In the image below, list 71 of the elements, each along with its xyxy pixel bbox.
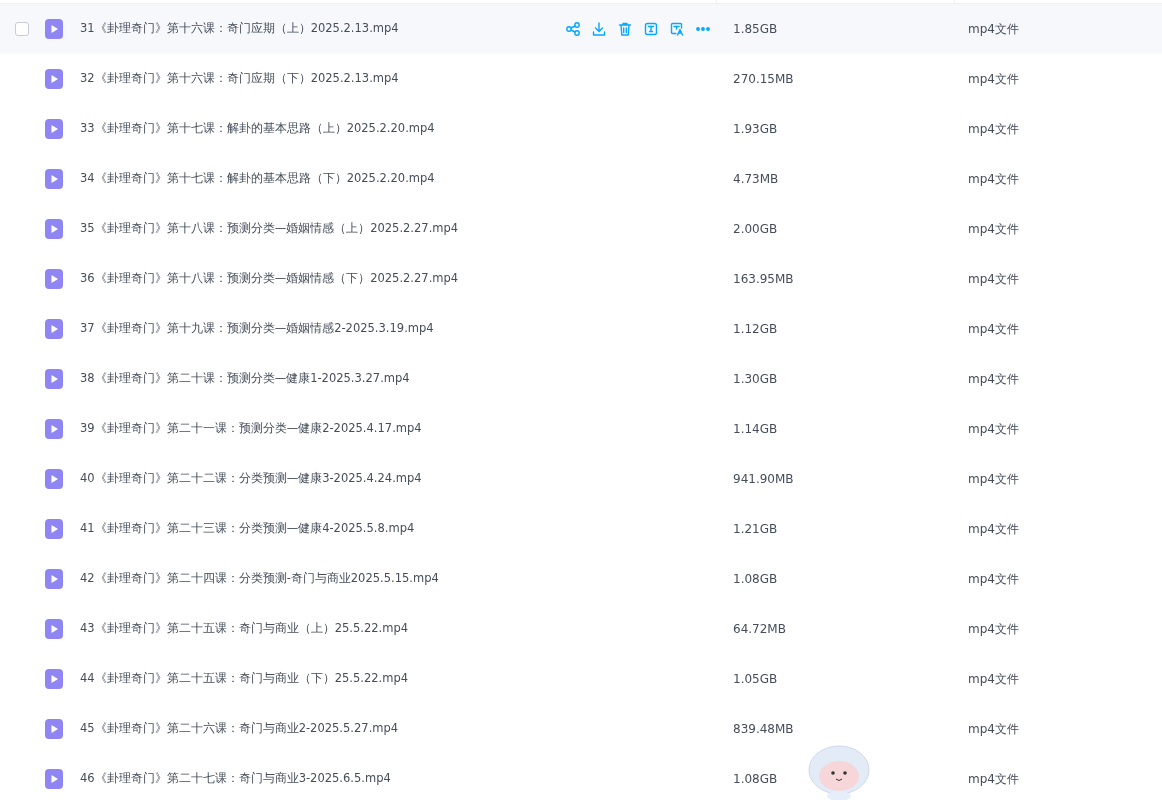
file-name[interactable]: 32《卦理奇门》第十六课：奇门应期（下）2025.2.13.mp4: [80, 70, 399, 88]
file-name[interactable]: 42《卦理奇门》第二十四课：分类预测-奇门与商业2025.5.15.mp4: [80, 570, 439, 588]
file-type: mp4文件: [968, 172, 1019, 186]
file-name[interactable]: 44《卦理奇门》第二十五课：奇门与商业（下）25.5.22.mp4: [80, 670, 408, 688]
file-name[interactable]: 34《卦理奇门》第十七课：解卦的基本思路（下）2025.2.20.mp4: [80, 170, 435, 188]
download-icon[interactable]: [591, 21, 607, 37]
text-box-icon[interactable]: [643, 21, 659, 37]
file-name[interactable]: 38《卦理奇门》第二十课：预测分类—健康1-2025.3.27.mp4: [80, 370, 410, 388]
file-name[interactable]: 45《卦理奇门》第二十六课：奇门与商业2-2025.5.27.mp4: [80, 720, 399, 738]
file-size: 2.00GB: [733, 222, 778, 236]
file-type: mp4文件: [968, 322, 1019, 336]
file-name[interactable]: 43《卦理奇门》第二十五课：奇门与商业（上）25.5.22.mp4: [80, 620, 408, 638]
file-size: 1.08GB: [733, 572, 778, 586]
file-size: 64.72MB: [733, 622, 786, 636]
video-file-icon: [44, 269, 64, 289]
file-size: 1.85GB: [733, 22, 778, 36]
file-type: mp4文件: [968, 772, 1019, 786]
translate-icon[interactable]: [669, 21, 685, 37]
file-type: mp4文件: [968, 672, 1019, 686]
file-size: 1.21GB: [733, 522, 778, 536]
file-row-highlight[interactable]: 31《卦理奇门》第十六课：奇门应期（上）2025.2.13.mp4 1.85GB mp4文件: [0, 4, 1162, 54]
checkbox[interactable]: [15, 22, 29, 36]
file-type: mp4文件: [968, 472, 1019, 486]
file-name[interactable]: 46《卦理奇门》第二十七课：奇门与商业3-2025.6.5.mp4: [80, 770, 391, 788]
file-type: mp4文件: [968, 622, 1019, 636]
file-type: mp4文件: [968, 722, 1019, 736]
file-size: 1.93GB: [733, 122, 778, 136]
file-size: 1.14GB: [733, 422, 778, 436]
file-type: mp4文件: [968, 572, 1019, 586]
video-file-icon: [44, 19, 64, 39]
share-icon[interactable]: [565, 21, 581, 37]
file-type: mp4文件: [968, 422, 1019, 436]
delete-icon[interactable]: [617, 21, 633, 37]
file-name[interactable]: 33《卦理奇门》第十七课：解卦的基本思路（上）2025.2.20.mp4: [80, 120, 435, 138]
file-size: 1.12GB: [733, 322, 778, 336]
file-name[interactable]: 40《卦理奇门》第二十二课：分类预测—健康3-2025.4.24.mp4: [80, 470, 422, 488]
video-file-icon: [44, 569, 64, 589]
file-size: 1.08GB: [733, 772, 778, 786]
file-name[interactable]: 39《卦理奇门》第二十一课：预测分类—健康2-2025.4.17.mp4: [80, 420, 422, 438]
video-file-icon: [44, 419, 64, 439]
file-name[interactable]: 41《卦理奇门》第二十三课：分类预测—健康4-2025.5.8.mp4: [80, 520, 415, 538]
file-type: mp4文件: [968, 72, 1019, 86]
video-file-icon: [44, 369, 64, 389]
video-file-icon: [44, 769, 64, 789]
file-name[interactable]: 37《卦理奇门》第十九课：预测分类—婚姻情感2-2025.3.19.mp4: [80, 320, 434, 338]
file-size: 1.30GB: [733, 372, 778, 386]
file-size: 4.73MB: [733, 172, 779, 186]
video-file-icon: [44, 469, 64, 489]
video-file-icon: [44, 319, 64, 339]
file-type: mp4文件: [968, 222, 1019, 236]
video-file-icon: [44, 119, 64, 139]
file-type: mp4文件: [968, 522, 1019, 536]
file-size: 270.15MB: [733, 72, 794, 86]
video-file-icon: [44, 69, 64, 89]
video-file-icon: [44, 669, 64, 689]
file-name[interactable]: 31《卦理奇门》第十六课：奇门应期（上）2025.2.13.mp4: [80, 20, 399, 38]
file-size: 1.05GB: [733, 672, 778, 686]
file-type: mp4文件: [968, 22, 1019, 36]
video-file-icon: [44, 519, 64, 539]
file-size: 941.90MB: [733, 472, 794, 486]
file-type: mp4文件: [968, 272, 1019, 286]
file-name[interactable]: 35《卦理奇门》第十八课：预测分类—婚姻情感（上）2025.2.27.mp4: [80, 220, 459, 238]
file-size: 163.95MB: [733, 272, 794, 286]
video-file-icon: [44, 169, 64, 189]
file-type: mp4文件: [968, 372, 1019, 386]
video-file-icon: [44, 719, 64, 739]
video-file-icon: [44, 219, 64, 239]
file-size: 839.48MB: [733, 722, 794, 736]
file-type: mp4文件: [968, 122, 1019, 136]
file-name[interactable]: 36《卦理奇门》第十八课：预测分类—婚姻情感（下）2025.2.27.mp4: [80, 270, 459, 288]
video-file-icon: [44, 619, 64, 639]
